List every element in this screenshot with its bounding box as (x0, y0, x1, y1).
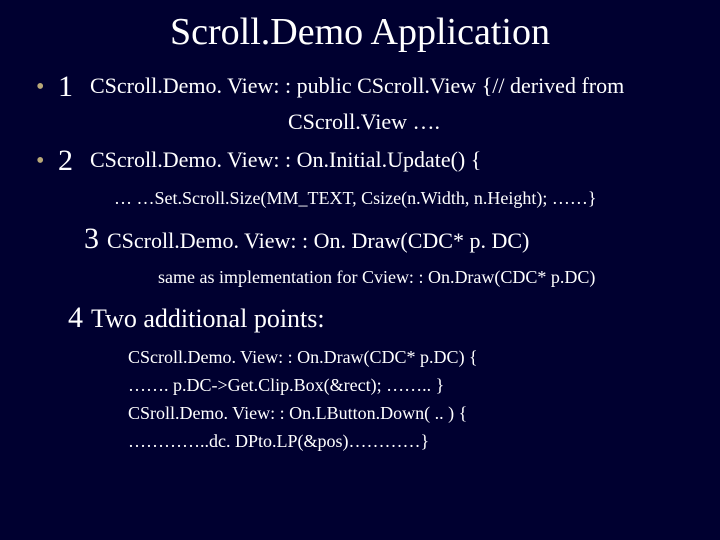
list-item: • 2 CScroll.Demo. View: : On.Initial.Upd… (28, 146, 692, 176)
list-item: • 1 CScroll.Demo. View: : public CScroll… (28, 72, 692, 102)
bullet-icon: • (28, 146, 54, 176)
slide: Scroll.Demo Application • 1 CScroll.Demo… (0, 0, 720, 540)
code-line: CScroll.Demo. View: : On.Draw(CDC* p.DC)… (28, 345, 692, 369)
item-subtext: same as implementation for Cview: : On.D… (28, 265, 692, 289)
item-text: Two additional points: (91, 303, 325, 335)
list-item: 4 Two additional points: (28, 303, 692, 335)
code-line: CSroll.Demo. View: : On.LButton.Down( ..… (28, 401, 692, 425)
item-number: 3 (84, 224, 107, 254)
item-number: 4 (68, 303, 91, 333)
item-subtext: … …Set.Scroll.Size(MM_TEXT, Csize(n.Widt… (28, 186, 692, 210)
code-line: …………..dc. DPto.LP(&pos)…………} (28, 429, 692, 453)
slide-title: Scroll.Demo Application (28, 10, 692, 54)
item-text-cont: CScroll.View …. (28, 108, 692, 136)
bullet-icon: • (28, 72, 54, 102)
list-item: 3 CScroll.Demo. View: : On. Draw(CDC* p.… (28, 224, 692, 255)
code-line: ……. p.DC->Get.Clip.Box(&rect); …….. } (28, 373, 692, 397)
item-number: 2 (54, 146, 90, 176)
item-text: CScroll.Demo. View: : public CScroll.Vie… (90, 72, 624, 100)
item-number: 1 (54, 72, 90, 102)
item-text: CScroll.Demo. View: : On.Initial.Update(… (90, 146, 481, 174)
item-text: CScroll.Demo. View: : On. Draw(CDC* p. D… (107, 227, 529, 255)
